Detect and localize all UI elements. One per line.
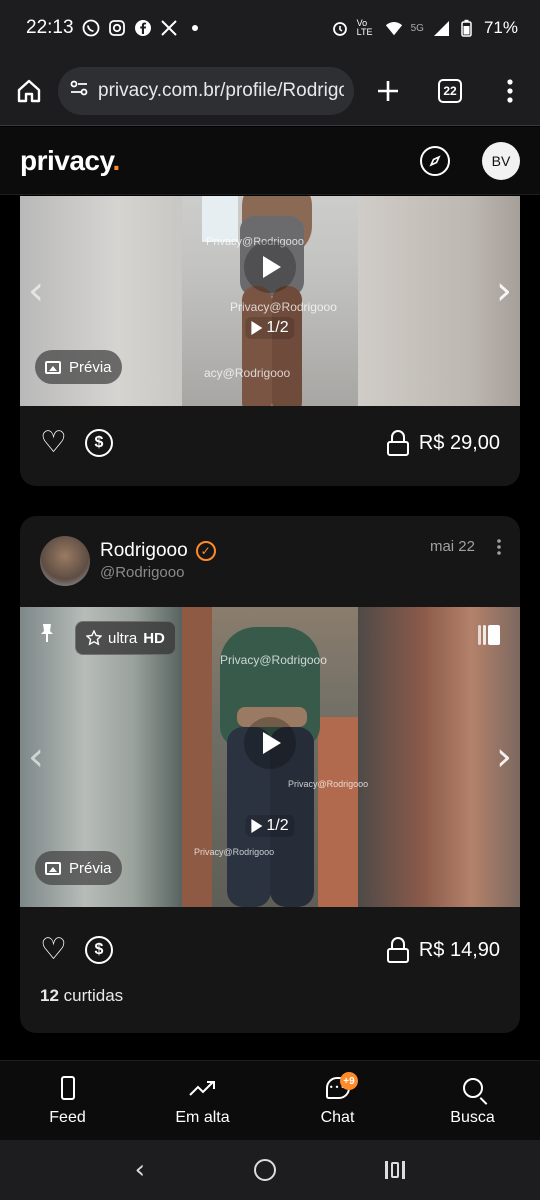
video-indicator-icon (251, 321, 263, 335)
post-feed: Privacy@Rodrigooo Privacy@Rodrigooo acy@… (0, 196, 540, 1060)
pin-icon (38, 623, 56, 649)
tip-dollar-icon[interactable]: $ (84, 429, 113, 457)
system-navigation-bar: ‹ (0, 1140, 540, 1200)
trending-icon (188, 1075, 217, 1101)
new-tab-icon[interactable] (376, 79, 400, 103)
app-header: privacy. BV (0, 127, 540, 195)
carousel-next-icon[interactable]: › (496, 734, 512, 780)
url-bar[interactable]: privacy.com.br/profile/Rodrigooo (58, 66, 354, 115)
quality-badge: ultra HD (75, 621, 176, 655)
post-header: Rodrigooo ✓ @Rodrigooo mai 22 (20, 516, 520, 607)
price-label: R$ 29,00 (418, 431, 500, 454)
alarm-icon (331, 19, 349, 37)
tip-dollar-icon[interactable]: $ (84, 936, 113, 964)
system-status: Vo LTE 5G 71% (331, 18, 518, 38)
lock-icon (386, 937, 409, 963)
nav-chat[interactable]: ••• +9 Chat (270, 1061, 405, 1140)
nav-feed[interactable]: Feed (0, 1061, 135, 1140)
post-date: mai 22 (429, 538, 475, 555)
likes-count[interactable]: 12 curtidas (40, 986, 123, 1006)
price-label: R$ 14,90 (418, 938, 500, 961)
post-actions: ♡ $ R$ 29,00 (20, 413, 520, 473)
notification-icons (82, 19, 204, 37)
like-heart-icon[interactable]: ♡ (40, 935, 67, 965)
back-icon[interactable]: ‹ (135, 1155, 145, 1185)
post-media-carousel[interactable]: ultra HD Privacy@Rodrigooo Privacy@Rodrig… (20, 607, 520, 907)
carousel-prev-icon[interactable]: ‹ (28, 734, 44, 780)
browser-toolbar: privacy.com.br/profile/Rodrigooo 22 (0, 56, 540, 126)
unlock-price-button[interactable]: R$ 14,90 (386, 937, 500, 963)
network-label: 5G (410, 22, 424, 34)
instagram-icon (108, 19, 126, 37)
multiple-media-icon (478, 625, 500, 645)
post-card: Privacy@Rodrigooo Privacy@Rodrigooo acy@… (20, 196, 520, 486)
watermark: Privacy@Rodrigooo (230, 300, 337, 314)
battery-percent: 71% (483, 18, 518, 37)
author-name[interactable]: Rodrigooo ✓ (100, 540, 216, 562)
play-icon[interactable] (244, 241, 296, 293)
author-avatar[interactable] (40, 536, 90, 586)
home-icon[interactable] (14, 76, 44, 106)
video-indicator-icon (251, 819, 263, 833)
battery-icon (458, 19, 476, 37)
nav-label: Busca (450, 1108, 495, 1126)
watermark: Privacy@Rodrigooo (288, 779, 369, 789)
star-icon (86, 630, 102, 646)
signal-icon (432, 19, 450, 37)
preview-badge: Prévia (35, 350, 122, 384)
phone-icon (60, 1075, 75, 1100)
post-card: Rodrigooo ✓ @Rodrigooo mai 22 ultra HD P… (20, 516, 520, 1033)
image-icon (45, 861, 61, 875)
image-icon (45, 360, 61, 374)
verified-badge-icon: ✓ (195, 541, 216, 561)
lock-icon (386, 430, 409, 456)
watermark: acy@Rodrigooo (204, 366, 291, 380)
volte-label: Vo LTE (356, 18, 373, 37)
carousel-next-icon[interactable]: › (496, 268, 512, 314)
chat-unread-badge: +9 (340, 1072, 358, 1090)
url-text: privacy.com.br/profile/Rodrigooo (98, 79, 344, 101)
post-media-carousel[interactable]: Privacy@Rodrigooo Privacy@Rodrigooo acy@… (20, 196, 520, 406)
recent-apps-icon[interactable] (385, 1161, 406, 1179)
nav-label: Em alta (175, 1108, 230, 1126)
media-counter: 1/2 (245, 317, 295, 339)
author-handle[interactable]: @Rodrigooo (100, 564, 184, 581)
nav-label: Chat (320, 1108, 355, 1126)
nav-search[interactable]: Busca (405, 1061, 540, 1140)
like-heart-icon[interactable]: ♡ (40, 428, 67, 458)
post-actions: ♡ $ R$ 14,90 (20, 920, 520, 980)
status-bar: 22:13 Vo LTE 5G 71% (0, 0, 540, 56)
search-icon (462, 1077, 483, 1098)
watermark: Privacy@Rodrigooo (194, 847, 275, 857)
wifi-icon (385, 19, 403, 37)
browser-menu-icon[interactable] (506, 78, 514, 103)
nav-label: Feed (49, 1108, 86, 1126)
dot-icon (186, 19, 204, 37)
status-time: 22:13 (26, 17, 74, 38)
play-icon[interactable] (244, 717, 296, 769)
site-settings-icon[interactable] (68, 77, 90, 104)
bottom-navigation: Feed Em alta ••• +9 Chat Busca (0, 1060, 540, 1140)
x-twitter-icon (160, 19, 178, 37)
user-avatar-button[interactable]: BV (482, 141, 520, 180)
facebook-icon (134, 19, 152, 37)
explore-compass-icon[interactable] (420, 145, 450, 176)
privacy-logo[interactable]: privacy. (20, 145, 120, 177)
home-circle-icon[interactable] (254, 1159, 277, 1181)
whatsapp-icon (82, 19, 100, 37)
tab-switcher-button[interactable]: 22 (438, 78, 462, 103)
unlock-price-button[interactable]: R$ 29,00 (386, 430, 500, 456)
carousel-prev-icon[interactable]: ‹ (28, 268, 44, 314)
preview-badge: Prévia (35, 851, 122, 885)
watermark: Privacy@Rodrigooo (220, 653, 327, 667)
nav-trending[interactable]: Em alta (135, 1061, 270, 1140)
post-options-icon[interactable] (496, 538, 502, 556)
media-counter: 1/2 (245, 815, 295, 837)
